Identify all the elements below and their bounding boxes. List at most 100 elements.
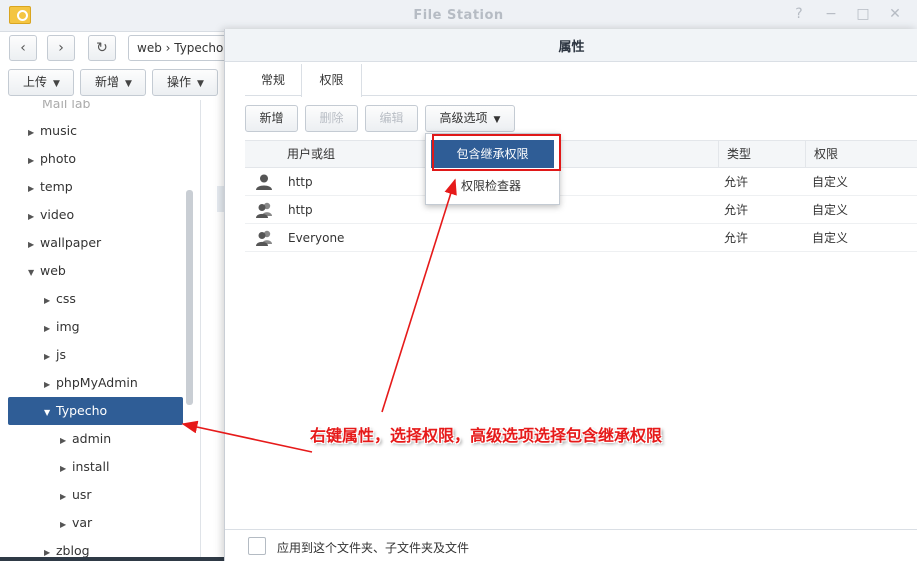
advanced-options-button[interactable]: 高级选项 ▼ <box>425 105 515 132</box>
tree-item-usr[interactable]: ▶ usr <box>60 481 92 509</box>
caret-down-icon[interactable]: ▼ <box>28 259 40 287</box>
tree-item-label: var <box>72 515 93 530</box>
tree-item-var[interactable]: ▶ var <box>60 509 92 537</box>
caret-down-icon: ▼ <box>493 115 501 125</box>
caret-down-icon: ▼ <box>125 79 132 89</box>
caret-right-icon[interactable]: ▶ <box>28 175 40 203</box>
caret-right-icon[interactable]: ▶ <box>28 231 40 259</box>
table-row[interactable]: http 允许 自定义 <box>245 168 917 196</box>
create-permission-button[interactable]: 新增 <box>245 105 298 132</box>
tree-item-label: Typecho <box>56 403 108 418</box>
tree-item-css[interactable]: ▶ css <box>44 285 76 313</box>
pane-divider <box>200 100 201 561</box>
apply-recursive-label: 应用到这个文件夹、子文件夹及文件 <box>277 541 470 555</box>
action-button[interactable]: 操作 ▼ <box>152 69 218 96</box>
tree-item-label: js <box>56 347 66 362</box>
chevron-right-icon: › <box>58 40 64 56</box>
forward-button[interactable]: › <box>47 35 75 61</box>
caret-right-icon[interactable]: ▶ <box>28 147 40 175</box>
create-label: 新增 <box>95 75 120 89</box>
dialog-tabs: 常规 权限 <box>245 64 917 97</box>
tree-item-label: music <box>40 123 77 138</box>
taskbar-edge <box>0 557 230 561</box>
row-type: 允许 <box>724 231 749 245</box>
tree-item-wallpaper[interactable]: ▶ wallpaper <box>28 229 101 257</box>
help-icon[interactable]: ? <box>789 6 809 22</box>
tree-item-cut: Mail lab <box>42 100 91 111</box>
tree-item-phpmyadmin[interactable]: ▶ phpMyAdmin <box>44 369 138 397</box>
group-icon <box>256 230 272 246</box>
refresh-button[interactable]: ↻ <box>88 35 116 61</box>
tree-item-label: photo <box>40 151 77 166</box>
caret-right-icon[interactable]: ▶ <box>44 371 56 399</box>
edit-permission-button[interactable]: 编辑 <box>365 105 418 132</box>
tree-item-typecho[interactable]: ▼ Typecho <box>8 397 183 425</box>
maximize-icon[interactable]: □ <box>853 6 873 22</box>
upload-button[interactable]: 上传 ▼ <box>8 69 74 96</box>
column-permission[interactable]: 权限 <box>805 141 917 168</box>
upload-label: 上传 <box>23 75 48 89</box>
tree-scrollbar[interactable] <box>186 190 193 405</box>
row-type: 允许 <box>724 203 749 217</box>
tree-item-label: phpMyAdmin <box>56 375 138 390</box>
folder-tree: Mail lab ▶ music ▶ photo ▶ temp ▶ video ▶ wal… <box>0 100 200 561</box>
caret-right-icon[interactable]: ▶ <box>60 427 72 455</box>
caret-down-icon[interactable]: ▼ <box>44 399 56 427</box>
window-controls: ? − □ ✕ <box>789 6 905 22</box>
column-type[interactable]: 类型 <box>718 141 805 168</box>
advanced-options-label: 高级选项 <box>439 111 488 125</box>
tree-item-music[interactable]: ▶ music <box>28 117 77 145</box>
caret-right-icon[interactable]: ▶ <box>44 343 56 371</box>
tab-permissions[interactable]: 权限 <box>301 64 362 97</box>
minimize-icon[interactable]: − <box>821 6 841 22</box>
row-type: 允许 <box>724 175 749 189</box>
apply-recursive-checkbox[interactable] <box>248 537 266 555</box>
main-toolbar: 上传 ▼ 新增 ▼ 操作 ▼ <box>0 68 230 98</box>
row-permission: 自定义 <box>812 231 849 245</box>
annotation-text: 右键属性，选择权限，高级选项选择包含继承权限 <box>310 426 663 445</box>
tree-item-label: install <box>72 459 110 474</box>
window-title: File Station <box>413 8 504 23</box>
tree-item-web[interactable]: ▼ web <box>28 257 66 285</box>
back-button[interactable]: ‹ <box>9 35 37 61</box>
caret-right-icon[interactable]: ▶ <box>28 203 40 231</box>
window-titlebar: File Station ? − □ ✕ <box>0 0 917 32</box>
row-user-name: http <box>288 203 313 217</box>
create-button[interactable]: 新增 ▼ <box>80 69 146 96</box>
tree-item-label: admin <box>72 431 112 446</box>
chevron-left-icon: ‹ <box>20 40 26 56</box>
caret-right-icon[interactable]: ▶ <box>44 287 56 315</box>
tree-item-install[interactable]: ▶ install <box>60 453 109 481</box>
tree-item-label: temp <box>40 179 73 194</box>
caret-right-icon[interactable]: ▶ <box>60 455 72 483</box>
row-user-name: http <box>288 175 313 189</box>
delete-permission-button[interactable]: 删除 <box>305 105 358 132</box>
tree-item-js[interactable]: ▶ js <box>44 341 66 369</box>
tree-item-label: zblog <box>56 543 90 558</box>
caret-right-icon[interactable]: ▶ <box>60 511 72 539</box>
table-row[interactable]: http 允许 自定义 <box>245 196 917 224</box>
navigation-bar: ‹ › ↻ web › Typecho <box>0 32 238 66</box>
caret-right-icon[interactable]: ▶ <box>28 119 40 147</box>
caret-down-icon: ▼ <box>197 79 204 89</box>
tree-item-video[interactable]: ▶ video <box>28 201 74 229</box>
caret-right-icon[interactable]: ▶ <box>60 483 72 511</box>
tree-item-label: usr <box>72 487 92 502</box>
caret-down-icon: ▼ <box>53 79 60 89</box>
path-field[interactable]: web › Typecho <box>128 35 238 61</box>
table-row[interactable]: Everyone 允许 自定义 <box>245 224 917 252</box>
refresh-icon: ↻ <box>96 40 108 56</box>
tree-item-img[interactable]: ▶ img <box>44 313 80 341</box>
group-icon <box>256 202 272 218</box>
tree-item-admin[interactable]: ▶ admin <box>60 425 111 453</box>
tree-item-temp[interactable]: ▶ temp <box>28 173 73 201</box>
tree-item-label: video <box>40 207 75 222</box>
menu-item-permission-checker[interactable]: 权限检查器 <box>431 172 554 200</box>
row-user-name: Everyone <box>288 231 345 245</box>
properties-dialog: 属性 常规 权限 新增 删除 编辑 高级选项 ▼ 用户或组 类型 权限 http … <box>224 29 917 561</box>
tab-general[interactable]: 常规 <box>245 64 301 96</box>
caret-right-icon[interactable]: ▶ <box>44 315 56 343</box>
tree-item-label: web <box>40 263 66 278</box>
tree-item-photo[interactable]: ▶ photo <box>28 145 76 173</box>
close-icon[interactable]: ✕ <box>885 6 905 22</box>
